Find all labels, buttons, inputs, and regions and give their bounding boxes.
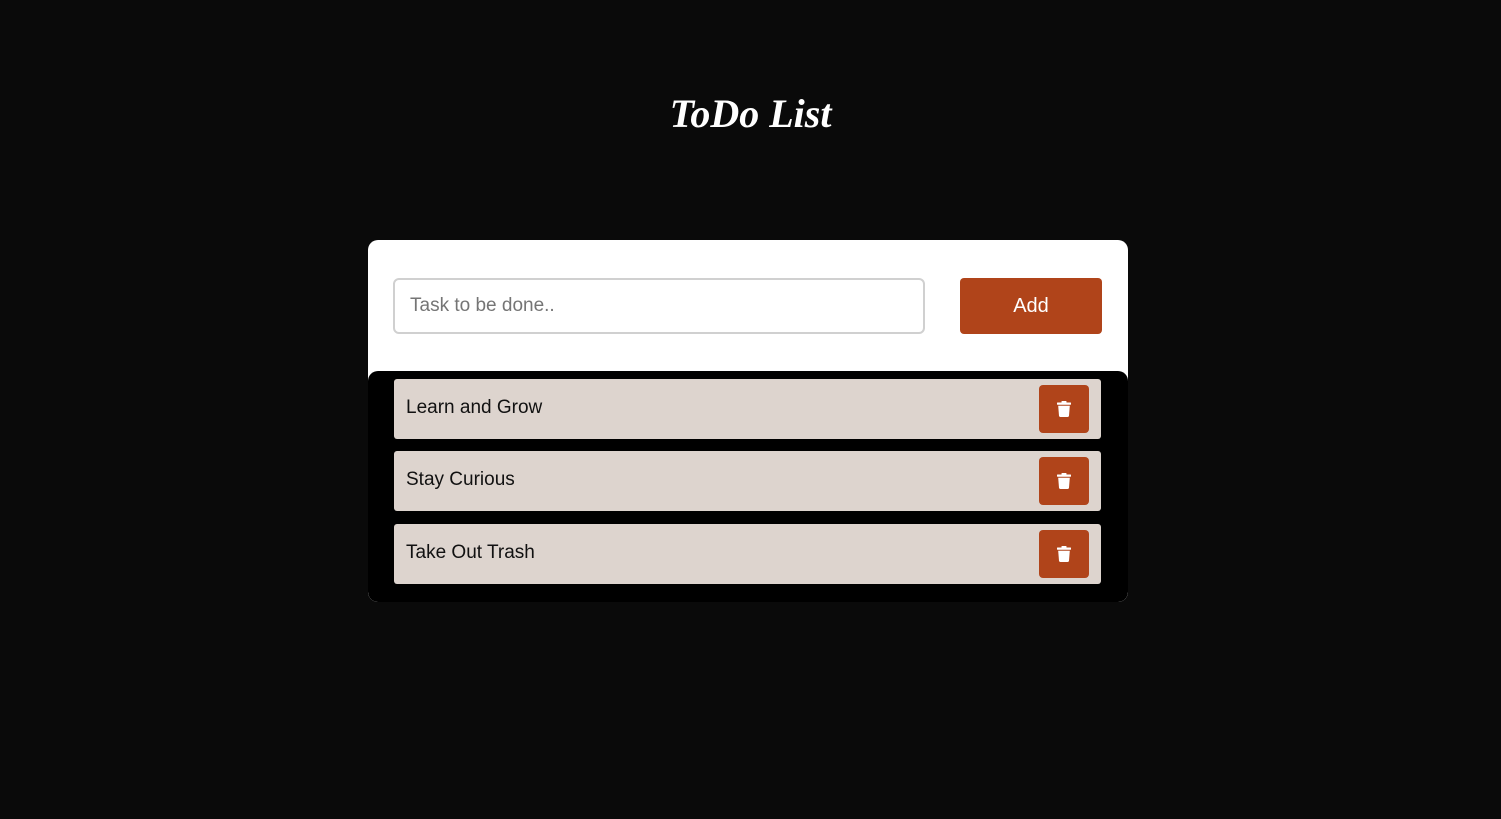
- task-label: Take Out Trash: [406, 542, 535, 563]
- delete-button[interactable]: [1039, 385, 1089, 433]
- list-item: Stay Curious: [394, 451, 1101, 511]
- task-input[interactable]: [393, 278, 925, 334]
- trash-icon: [1057, 473, 1071, 489]
- trash-icon: [1057, 401, 1071, 417]
- trash-icon: [1057, 546, 1071, 562]
- page-title: ToDo List: [669, 91, 832, 136]
- delete-button[interactable]: [1039, 457, 1089, 505]
- task-label: Learn and Grow: [406, 397, 543, 418]
- todo-card: Add Learn and Grow Stay Curious: [368, 240, 1128, 602]
- delete-button[interactable]: [1039, 530, 1089, 578]
- task-label: Stay Curious: [406, 469, 515, 490]
- add-button[interactable]: Add: [960, 278, 1102, 334]
- task-list: Learn and Grow Stay Curious Take Out Tra…: [368, 371, 1128, 602]
- list-item: Learn and Grow: [394, 379, 1101, 439]
- list-item: Take Out Trash: [394, 524, 1101, 584]
